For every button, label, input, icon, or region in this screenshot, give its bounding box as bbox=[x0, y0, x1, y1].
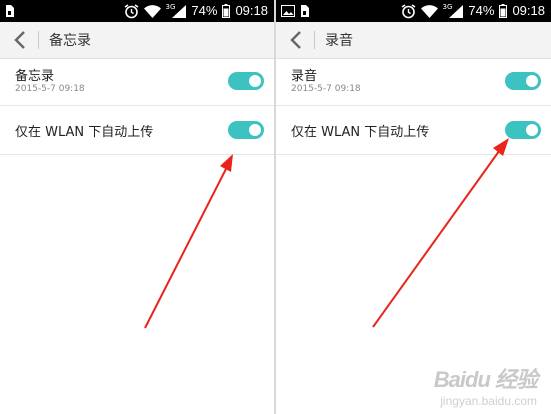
wifi-icon bbox=[143, 3, 161, 19]
alarm-icon bbox=[401, 3, 416, 19]
sync-item-toggle[interactable] bbox=[228, 72, 264, 90]
baidu-jingyan-watermark: Baidu 经验 jingyan.baidu.com bbox=[433, 362, 538, 408]
sync-item-timestamp: 2015-5-7 09:18 bbox=[15, 84, 85, 94]
image-icon bbox=[281, 3, 295, 19]
sim-card-icon bbox=[300, 3, 309, 19]
clock-time: 09:18 bbox=[235, 3, 268, 18]
left-screen: 3G 74% 09:18 备忘录 备忘录 2015-5-7 09:18 仅在 W… bbox=[0, 0, 274, 414]
wlan-only-upload-toggle[interactable] bbox=[505, 121, 541, 139]
sync-item-label: 备忘录 bbox=[15, 69, 55, 84]
wlan-only-upload-label: 仅在 WLAN 下自动上传 bbox=[291, 125, 430, 140]
back-chevron-icon[interactable] bbox=[6, 22, 34, 58]
toggle-knob bbox=[526, 75, 538, 87]
page-title: 录音 bbox=[325, 33, 353, 49]
sync-item-toggle[interactable] bbox=[505, 72, 541, 90]
toggle-knob bbox=[249, 124, 261, 136]
title-divider bbox=[38, 31, 39, 49]
sync-item-timestamp: 2015-5-7 09:18 bbox=[291, 84, 361, 94]
watermark-brand: Baidu 经验 bbox=[433, 367, 538, 392]
watermark-url: jingyan.baidu.com bbox=[440, 394, 537, 408]
clock-time: 09:18 bbox=[512, 3, 545, 18]
wlan-only-upload-row[interactable]: 仅在 WLAN 下自动上传 bbox=[276, 106, 551, 155]
battery-percent: 74% bbox=[191, 3, 218, 18]
network-type-label: 3G bbox=[442, 2, 453, 11]
title-bar: 录音 bbox=[276, 22, 551, 59]
right-screen: 3G 74% 09:18 录音 录音 2015-5-7 09:18 仅在 WLA… bbox=[276, 0, 551, 414]
back-chevron-icon[interactable] bbox=[282, 22, 310, 58]
status-bar: 3G 74% 09:18 bbox=[0, 0, 274, 22]
network-type-label: 3G bbox=[165, 2, 176, 11]
status-bar: 3G 74% 09:18 bbox=[276, 0, 551, 22]
cellular-signal-icon: 3G bbox=[443, 3, 464, 19]
battery-icon bbox=[499, 3, 508, 19]
sync-item-row[interactable]: 录音 2015-5-7 09:18 bbox=[276, 59, 551, 106]
sim-card-icon bbox=[5, 3, 14, 19]
page-title: 备忘录 bbox=[49, 33, 91, 49]
sync-item-row[interactable]: 备忘录 2015-5-7 09:18 bbox=[0, 59, 274, 106]
toggle-knob bbox=[526, 124, 538, 136]
wifi-icon bbox=[420, 3, 438, 19]
title-bar: 备忘录 bbox=[0, 22, 274, 59]
cellular-signal-icon: 3G bbox=[166, 3, 187, 19]
battery-icon bbox=[222, 3, 231, 19]
wlan-only-upload-row[interactable]: 仅在 WLAN 下自动上传 bbox=[0, 106, 274, 155]
title-divider bbox=[314, 31, 315, 49]
toggle-knob bbox=[249, 75, 261, 87]
battery-percent: 74% bbox=[468, 3, 495, 18]
wlan-only-upload-label: 仅在 WLAN 下自动上传 bbox=[15, 125, 154, 140]
wlan-only-upload-toggle[interactable] bbox=[228, 121, 264, 139]
alarm-icon bbox=[124, 3, 139, 19]
sync-item-label: 录音 bbox=[291, 69, 318, 84]
